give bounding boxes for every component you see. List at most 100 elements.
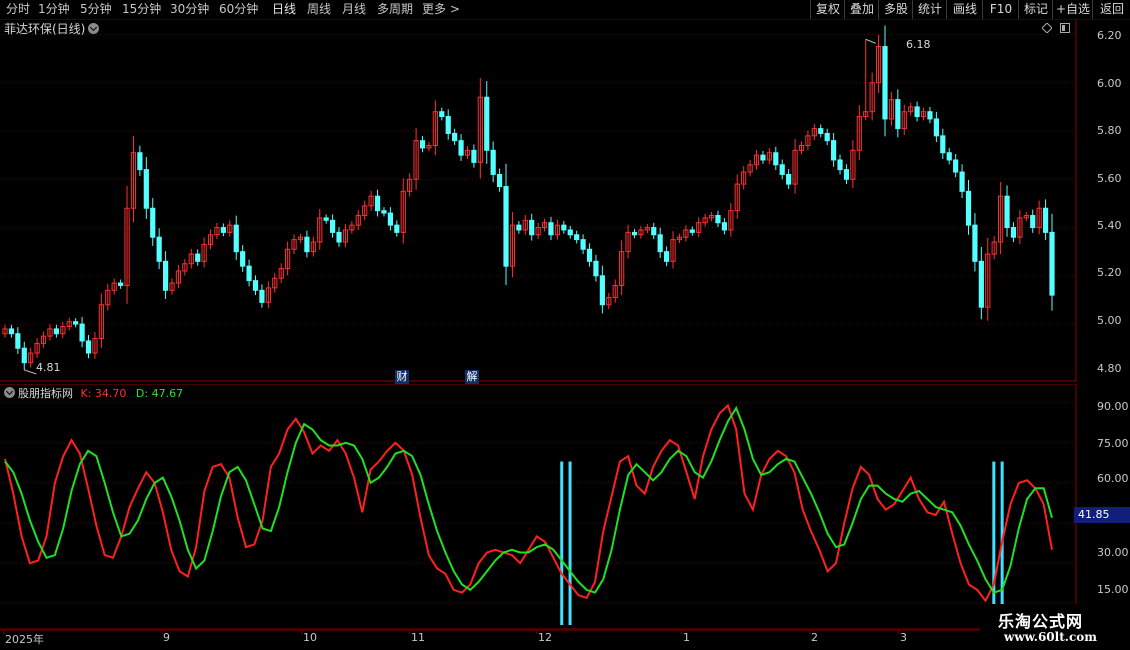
diamond-icon[interactable]: [1042, 23, 1052, 33]
candle-down: [240, 251, 246, 267]
candle-down: [664, 251, 670, 262]
back-button[interactable]: 返回: [1092, 0, 1130, 19]
period-tab-60min[interactable]: 60分钟: [219, 2, 258, 17]
y-tick-label: 5.00: [1097, 314, 1122, 327]
high-price-label: 6.18: [906, 38, 931, 51]
date-label: 2025年: [5, 633, 44, 646]
candle-down: [786, 173, 792, 185]
candle-down: [895, 99, 901, 130]
candle-down: [689, 229, 695, 233]
d-line: [4, 405, 1053, 594]
candle-down: [548, 222, 554, 236]
candle-down: [496, 173, 503, 188]
signal-bar: [992, 461, 996, 625]
candle-down: [721, 222, 728, 231]
current-value-marker: 41.85: [1074, 507, 1130, 523]
candle-down: [336, 231, 342, 243]
candle-down: [79, 323, 85, 342]
period-tab-15min[interactable]: 15分钟: [122, 2, 161, 17]
candle-down: [21, 347, 27, 364]
period-tab-multi[interactable]: 多周期: [377, 2, 413, 17]
candle-down: [452, 132, 458, 142]
stock-title[interactable]: 菲达环保(日线): [4, 21, 100, 37]
low-price-label: 4.81: [36, 361, 61, 374]
period-tab-5min[interactable]: 5分钟: [80, 2, 112, 17]
candle-down: [439, 111, 445, 118]
candle-down: [445, 116, 451, 134]
panel-toggle-icon[interactable]: [1060, 23, 1070, 33]
multi-stock-button[interactable]: 多股: [878, 0, 913, 19]
candle-down: [824, 132, 830, 142]
candle-down: [516, 224, 522, 231]
y-tick-label: 5.20: [1097, 266, 1122, 279]
candle-down: [882, 46, 888, 120]
candle-down: [561, 224, 567, 231]
candle-down: [15, 333, 21, 349]
date-label: 12: [538, 631, 552, 644]
candle-down: [252, 280, 259, 291]
f10-button[interactable]: F10: [982, 0, 1019, 19]
candle-down: [760, 154, 766, 161]
date-label: 1: [683, 631, 690, 644]
period-tab-30min[interactable]: 30分钟: [170, 2, 209, 17]
ind-y-tick-label: 60.00: [1097, 472, 1129, 485]
candle-down: [593, 260, 599, 277]
candle-down: [715, 214, 721, 224]
candle-down: [374, 195, 381, 212]
candle-down: [959, 171, 965, 192]
stats-button[interactable]: 统计: [912, 0, 947, 19]
date-label: 10: [303, 631, 317, 644]
add-watchlist-button[interactable]: +自选: [1052, 0, 1093, 19]
candle-down: [651, 227, 657, 236]
candlestick-chart[interactable]: [0, 20, 1130, 382]
y-tick-label: 5.80: [1097, 124, 1122, 137]
candle-down: [137, 152, 143, 171]
candle-down: [484, 96, 490, 151]
dropdown-chevron-icon[interactable]: [88, 23, 100, 34]
period-tab-weekly[interactable]: 周线: [307, 2, 331, 17]
candle-down: [233, 224, 239, 253]
kd-indicator-chart[interactable]: [0, 384, 1130, 630]
candle-down: [73, 321, 79, 325]
candle-down: [914, 106, 920, 118]
candle-down: [1004, 195, 1010, 229]
period-tab-more[interactable]: 更多 >: [422, 2, 460, 17]
candle-down: [1010, 227, 1017, 238]
draw-line-button[interactable]: 画线: [946, 0, 983, 19]
period-tab-1min[interactable]: 1分钟: [38, 2, 70, 17]
candle-down: [965, 190, 972, 226]
date-label: 2: [811, 631, 818, 644]
candle-down: [580, 239, 586, 250]
candle-down: [1030, 214, 1036, 229]
period-tab-monthly[interactable]: 月线: [342, 2, 366, 17]
adjust-button[interactable]: 复权: [810, 0, 845, 19]
candle-down: [490, 149, 496, 175]
ind-y-tick-label: 15.00: [1097, 583, 1129, 596]
y-tick-label: 6.00: [1097, 77, 1122, 90]
period-tab-intraday[interactable]: 分时: [6, 2, 30, 17]
candle-down: [53, 328, 59, 335]
candle-down: [953, 159, 959, 173]
candle-down: [1042, 207, 1049, 233]
y-tick-label: 5.60: [1097, 172, 1122, 185]
candle-down: [387, 212, 393, 226]
candle-down: [220, 227, 226, 233]
candle-down: [978, 260, 984, 308]
candle-down: [304, 236, 310, 253]
candle-down: [381, 210, 387, 214]
candle-down: [972, 224, 978, 262]
candle-down: [458, 140, 464, 156]
candle-down: [1049, 231, 1055, 296]
period-toolbar: 分时 1分钟 5分钟 15分钟 30分钟 60分钟 日线 周线 月线 多周期 更…: [0, 0, 1130, 20]
mark-button[interactable]: 标记: [1018, 0, 1053, 19]
financial-report-badge[interactable]: 财: [395, 370, 409, 384]
overlay-button[interactable]: 叠加: [844, 0, 879, 19]
candle-down: [599, 275, 605, 306]
period-tab-daily[interactable]: 日线: [272, 2, 296, 17]
share-unlock-badge[interactable]: 解: [465, 370, 479, 384]
candle-down: [503, 186, 509, 267]
candle-down: [837, 159, 843, 171]
candle-down: [259, 289, 265, 303]
k-line: [4, 403, 1053, 603]
ind-y-tick-label: 30.00: [1097, 546, 1129, 559]
